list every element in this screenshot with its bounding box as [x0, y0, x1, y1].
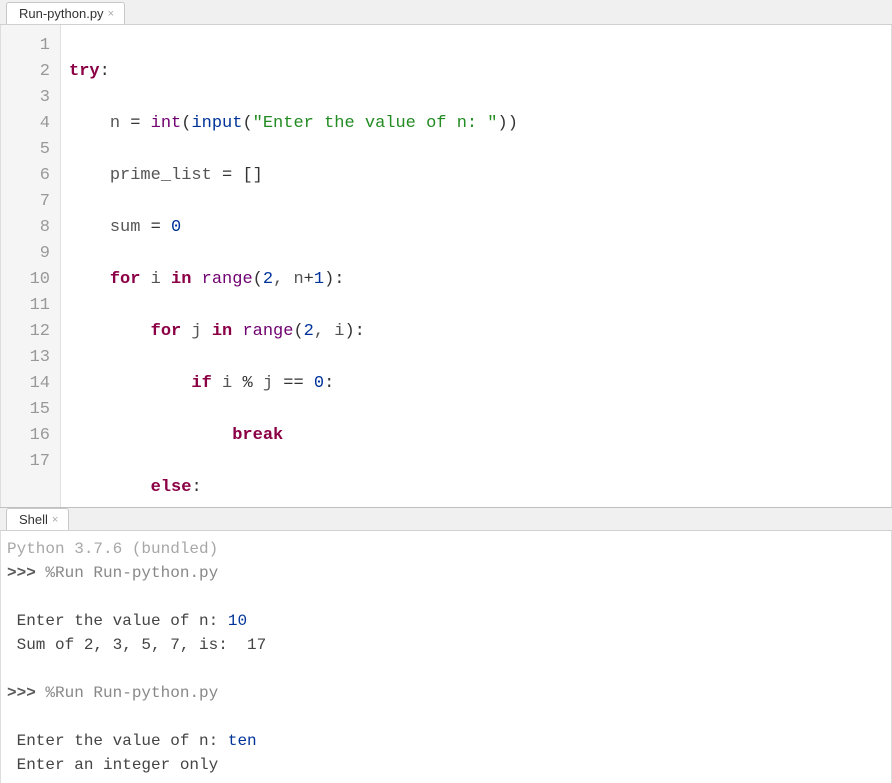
line-number: 12 [1, 319, 50, 345]
eq: = [151, 218, 161, 237]
kw-if: if [191, 374, 211, 393]
line-number: 11 [1, 293, 50, 319]
builtin-int: int [151, 114, 182, 133]
code-line: break [69, 423, 891, 449]
code-line: if i % j == 0: [69, 371, 891, 397]
code-line: for i in range(2, n+1): [69, 267, 891, 293]
shell-tab-label: Shell [19, 512, 48, 527]
editor-tab-bar: Run-python.py × [0, 0, 892, 25]
builtin-range: range [242, 322, 293, 341]
line-number: 13 [1, 345, 50, 371]
arg: , i [314, 322, 345, 341]
expr: i [212, 374, 243, 393]
editor-tab-label: Run-python.py [19, 6, 104, 21]
colon: : [324, 374, 334, 393]
kw-in: in [212, 322, 232, 341]
var-n: n [110, 114, 130, 133]
arg: , n [273, 270, 304, 289]
brackets: [] [242, 166, 262, 185]
string: "Enter the value of n: " [253, 114, 498, 133]
line-number: 7 [1, 189, 50, 215]
paren: ): [324, 270, 344, 289]
line-number: 3 [1, 85, 50, 111]
shell-tab-bar: Shell × [0, 508, 892, 531]
builtin-range: range [202, 270, 253, 289]
line-number: 15 [1, 397, 50, 423]
var-i: i [140, 270, 171, 289]
num: 0 [171, 218, 181, 237]
line-number: 2 [1, 59, 50, 85]
func-input: input [191, 114, 242, 133]
close-icon[interactable]: × [108, 8, 114, 20]
code-area[interactable]: try: n = int(input("Enter the value of n… [61, 25, 891, 507]
line-number: 17 [1, 449, 50, 475]
kw-in: in [171, 270, 191, 289]
paren: ( [242, 114, 252, 133]
line-number: 14 [1, 371, 50, 397]
op-mod: % [242, 374, 252, 393]
shell-user-input: 10 [228, 612, 247, 630]
kw-for: for [110, 270, 141, 289]
paren: ): [344, 322, 364, 341]
code-line: for j in range(2, i): [69, 319, 891, 345]
eq: = [222, 166, 232, 185]
line-number: 16 [1, 423, 50, 449]
line-number: 4 [1, 111, 50, 137]
colon: : [100, 62, 110, 81]
line-number: 9 [1, 241, 50, 267]
shell-user-input: ten [228, 732, 257, 750]
line-number: 10 [1, 267, 50, 293]
shell-pane: Shell × Python 3.7.6 (bundled) >>> %Run … [0, 507, 892, 732]
line-number: 5 [1, 137, 50, 163]
kw-try: try [69, 62, 100, 81]
kw-for: for [151, 322, 182, 341]
eq: = [130, 114, 140, 133]
paren: ( [181, 114, 191, 133]
line-number-gutter: 1 2 3 4 5 6 7 8 9 10 11 12 13 14 15 16 1… [1, 25, 61, 507]
editor-pane: 1 2 3 4 5 6 7 8 9 10 11 12 13 14 15 16 1… [0, 25, 892, 507]
shell-output[interactable]: Python 3.7.6 (bundled) >>> %Run Run-pyth… [0, 531, 892, 783]
shell-output-line: Sum of 2, 3, 5, 7, is: 17 [7, 636, 266, 654]
paren: ( [293, 322, 303, 341]
op-eq: == [283, 374, 303, 393]
num: 2 [304, 322, 314, 341]
line-number: 1 [1, 33, 50, 59]
kw-else: else [151, 478, 192, 497]
num: 0 [304, 374, 324, 393]
colon: : [191, 478, 201, 497]
var-j: j [181, 322, 212, 341]
code-line: sum = 0 [69, 215, 891, 241]
shell-output-line: Enter the value of n: [7, 612, 228, 630]
shell-output-line: Enter the value of n: [7, 732, 228, 750]
code-line: try: [69, 59, 891, 85]
code-line: else: [69, 475, 891, 501]
var-sum: sum [110, 218, 151, 237]
shell-command: %Run Run-python.py [36, 684, 218, 702]
kw-break: break [232, 426, 283, 445]
paren: ( [253, 270, 263, 289]
num: 2 [263, 270, 273, 289]
shell-prompt: >>> [7, 684, 36, 702]
code-line: n = int(input("Enter the value of n: ")) [69, 111, 891, 137]
paren: )) [498, 114, 518, 133]
line-number: 8 [1, 215, 50, 241]
expr: j [253, 374, 284, 393]
var-prime-list: prime_list [110, 166, 222, 185]
editor-tab[interactable]: Run-python.py × [6, 2, 125, 24]
shell-output-line: Enter an integer only [7, 756, 218, 774]
num: 1 [314, 270, 324, 289]
shell-prompt: >>> [7, 564, 36, 582]
shell-command: %Run Run-python.py [36, 564, 218, 582]
shell-tab[interactable]: Shell × [6, 508, 69, 530]
close-icon[interactable]: × [52, 514, 58, 526]
op-plus: + [304, 270, 314, 289]
shell-banner: Python 3.7.6 (bundled) [7, 540, 218, 558]
line-number: 6 [1, 163, 50, 189]
code-line: prime_list = [] [69, 163, 891, 189]
